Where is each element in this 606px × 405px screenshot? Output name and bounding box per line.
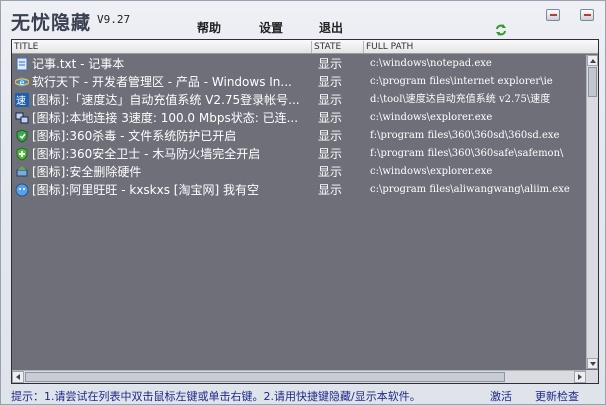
horizontal-scroll-thumb[interactable] [25, 372, 505, 382]
vertical-scroll-thumb[interactable] [588, 67, 597, 97]
row-title: 记事.txt - 记事本 [32, 57, 125, 71]
row-path: c:\program files\internet explorer\ie [370, 76, 553, 87]
status-bar: 提示：1.请尝试在列表中双击鼠标左键或单击右键。2.请用快捷键隐藏/显示本软件。… [1, 385, 605, 405]
row-state: 显示 [318, 147, 343, 161]
list-row[interactable]: [图标]:360安全卫士 - 木马防火墙完全开启 显示 f:\program f… [12, 145, 598, 163]
notepad-icon [16, 57, 28, 71]
list-row[interactable]: [图标]:阿里旺旺 - kxskxs [淘宝网] 我有空 显示 c:\progr… [12, 181, 598, 199]
column-header-path[interactable]: FULL PATH [364, 41, 598, 53]
menu-exit[interactable]: 退出 [319, 19, 343, 36]
arrow-down-icon [590, 362, 596, 366]
list-rows: 记事.txt - 记事本 显示 c:\windows\notepad.exe e… [12, 55, 598, 199]
minimize-icon [550, 14, 557, 16]
list-row[interactable]: 速 [图标]:「速度达」自动充值系统 V2.75登录帐号... 显示 d:\to… [12, 91, 598, 109]
row-path: c:\windows\explorer.exe [370, 166, 493, 177]
360-antivirus-icon [16, 129, 28, 143]
row-path: c:\program files\aliwangwang\aliim.exe [370, 184, 570, 195]
row-title: [图标]:360杀毒 - 文件系统防护已开启 [32, 129, 237, 143]
scrollbar-corner [586, 370, 598, 383]
scroll-left-button[interactable] [12, 371, 24, 383]
svg-text:速: 速 [16, 95, 26, 107]
column-header-title[interactable]: TITLE [12, 41, 312, 53]
svg-text:e: e [20, 78, 25, 87]
row-path: d:\tool\速度达自动充值系统 v2.75\速度 [370, 94, 551, 105]
app-window: 无忧隐藏 V9.27 帮助 设置 退出 TITLE STATE FULL PAT… [0, 0, 606, 405]
title-bar: 无忧隐藏 V9.27 帮助 设置 退出 [1, 1, 605, 39]
window-list[interactable]: TITLE STATE FULL PATH 记事.txt - 记事本 显示 c:… [11, 39, 599, 384]
scroll-down-button[interactable] [587, 358, 598, 369]
horizontal-scrollbar[interactable] [12, 370, 586, 383]
row-title: 软行天下 - 开发者管理区 - 产品 - Windows In... [32, 75, 292, 89]
minimize-button[interactable] [546, 9, 560, 21]
menu-help[interactable]: 帮助 [197, 19, 221, 36]
row-path: c:\windows\explorer.exe [370, 112, 493, 123]
arrow-up-icon [590, 59, 596, 63]
list-row[interactable]: [图标]:本地连接 3速度: 100.0 Mbps状态: 已连... 显示 c:… [12, 109, 598, 127]
row-path: f:\program files\360\360sd\360sd.exe [370, 130, 560, 141]
activate-link[interactable]: 激活 [490, 388, 512, 404]
arrow-left-icon [16, 374, 20, 380]
list-row[interactable]: 记事.txt - 记事本 显示 c:\windows\notepad.exe [12, 55, 598, 73]
row-state: 显示 [318, 75, 343, 89]
row-state: 显示 [318, 111, 343, 125]
vertical-scrollbar[interactable] [586, 55, 598, 369]
row-path: c:\windows\notepad.exe [370, 58, 492, 69]
scroll-right-button[interactable] [574, 371, 586, 383]
row-state: 显示 [318, 129, 343, 143]
speed-app-icon: 速 [15, 93, 29, 107]
safe-remove-hardware-icon [16, 166, 28, 177]
row-title: [图标]:阿里旺旺 - kxskxs [淘宝网] 我有空 [32, 183, 259, 197]
app-version: V9.27 [97, 13, 131, 26]
row-state: 显示 [318, 57, 343, 71]
menu-settings[interactable]: 设置 [259, 19, 283, 36]
360-safe-icon [16, 147, 28, 161]
list-row[interactable]: [图标]:安全删除硬件 显示 c:\windows\explorer.exe [12, 163, 598, 181]
close-button[interactable] [580, 9, 594, 21]
row-title: [图标]:360安全卫士 - 木马防火墙完全开启 [32, 147, 261, 161]
list-header: TITLE STATE FULL PATH [12, 40, 598, 54]
row-state: 显示 [318, 93, 343, 107]
row-title: [图标]:本地连接 3速度: 100.0 Mbps状态: 已连... [32, 111, 299, 125]
row-state: 显示 [318, 165, 343, 179]
update-check-link[interactable]: 更新检查 [535, 388, 579, 404]
tip-text: 提示：1.请尝试在列表中双击鼠标左键或单击右键。2.请用快捷键隐藏/显示本软件。 [11, 390, 421, 403]
row-path: f:\program files\360\360safe\safemon\ [370, 148, 564, 159]
arrow-right-icon [578, 374, 582, 380]
column-header-state[interactable]: STATE [312, 41, 364, 53]
aliwangwang-icon [15, 183, 29, 197]
internet-explorer-icon: e [15, 77, 29, 87]
list-row[interactable]: e 软行天下 - 开发者管理区 - 产品 - Windows In... 显示 … [12, 73, 598, 91]
app-title: 无忧隐藏 [11, 12, 92, 34]
list-row[interactable]: [图标]:360杀毒 - 文件系统防护已开启 显示 f:\program fil… [12, 127, 598, 145]
network-icon [15, 112, 29, 124]
row-title: [图标]:安全删除硬件 [32, 165, 142, 179]
scroll-up-button[interactable] [587, 55, 598, 66]
refresh-icon[interactable] [494, 23, 508, 37]
close-icon [584, 14, 591, 16]
row-title: [图标]:「速度达」自动充值系统 V2.75登录帐号... [32, 93, 300, 107]
row-state: 显示 [318, 183, 343, 197]
